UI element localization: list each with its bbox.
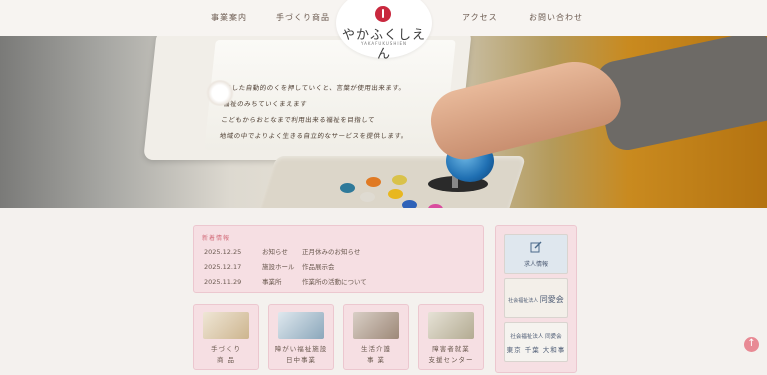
- org-small-label: 社会福祉法人: [508, 298, 539, 304]
- side-links: 求人情報 社会福祉法人 同愛会 社会福祉法人 同愛会 東京 千葉 大和事: [495, 225, 577, 373]
- console-button: [402, 200, 417, 208]
- news-item[interactable]: 2025.12.17 施設ホール 作品展示会: [204, 261, 335, 271]
- tile-image: [353, 312, 399, 339]
- tile-image: [428, 312, 474, 339]
- console-button: [428, 204, 443, 208]
- tile-label: 支援センター: [428, 356, 474, 364]
- news-panel: 新着情報 2025.12.25 お知らせ 正月休みのお知らせ 2025.12.17 施…: [193, 225, 484, 293]
- news-item[interactable]: 2025.11.29 事業所 作業所の活動について: [204, 276, 367, 286]
- tile-image: [203, 312, 249, 339]
- console-button: [392, 175, 407, 185]
- news-date: 2025.12.25: [204, 248, 242, 256]
- tile-label: 生活介護: [361, 345, 391, 353]
- council-line2: 東京 千葉 大和事: [506, 346, 566, 354]
- news-item[interactable]: 2025.12.25 お知らせ 正月休みのお知らせ: [204, 246, 360, 256]
- nav-handmade-products[interactable]: 手づくり商品: [276, 12, 330, 23]
- console-button: [366, 177, 381, 187]
- nav-business[interactable]: 事業案内: [211, 12, 247, 23]
- tile-employment-support[interactable]: 障害者就業 支援センター: [418, 304, 484, 370]
- news-header: 新着情報: [202, 235, 231, 242]
- recruit-label: 求人情報: [523, 261, 548, 268]
- news-title: 正月休みのお知らせ: [302, 248, 361, 256]
- flower-decoration: [205, 80, 235, 106]
- org-banner[interactable]: 社会福祉法人 同愛会: [504, 278, 568, 318]
- news-title: 作業所の活動について: [302, 278, 367, 286]
- edit-icon: [530, 241, 542, 253]
- logo-mark-icon: [375, 6, 391, 22]
- tile-label: 事 業: [366, 356, 386, 364]
- news-date: 2025.11.29: [204, 278, 242, 286]
- news-category: 施設ホール: [262, 263, 295, 271]
- nav-access[interactable]: アクセス: [462, 12, 498, 23]
- tile-life-care[interactable]: 生活介護 事 業: [343, 304, 409, 370]
- tile-handmade-products[interactable]: 手づくり 商 品: [193, 304, 259, 370]
- back-to-top-button[interactable]: ↑: [744, 337, 759, 352]
- logo-subtitle: YAKAFUKUSHIEN: [360, 41, 408, 46]
- screen-line: 地域の中でよりよく生きる自立的なサービスを提供します。: [219, 132, 409, 140]
- news-date: 2025.12.17: [204, 263, 242, 271]
- org-name: 同愛会: [539, 295, 564, 304]
- tile-label: 手づくり: [211, 345, 241, 353]
- recruit-button[interactable]: 求人情報: [504, 234, 568, 274]
- console-button: [360, 192, 375, 202]
- news-title: 作品展示会: [302, 263, 335, 271]
- console-button: [388, 189, 403, 199]
- screen-line: こどもからおとなまで利用出来る福祉を目指して: [220, 116, 376, 124]
- screen-line: あした自動的のくを押していくと、言葉が使用出来ます。: [224, 84, 407, 92]
- site-logo[interactable]: やかふくしえん YAKAFUKUSHIEN: [336, 0, 432, 62]
- tile-label: 日中事業: [286, 356, 316, 364]
- tile-label: 障がい福祉施設: [274, 345, 328, 353]
- tile-label: 商 品: [216, 356, 236, 364]
- tile-label: 障害者就業: [432, 345, 470, 353]
- console-button: [340, 183, 355, 193]
- screen-line: 福祉のみちていくまえます: [222, 100, 308, 108]
- news-category: 事業所: [262, 278, 282, 286]
- council-line1: 社会福祉法人 同愛会: [510, 334, 562, 340]
- tile-welfare-facility[interactable]: 障がい福祉施設 日中事業: [268, 304, 334, 370]
- nav-contact[interactable]: お問い合わせ: [529, 12, 583, 23]
- council-banner[interactable]: 社会福祉法人 同愛会 東京 千葉 大和事: [504, 322, 568, 362]
- tile-image: [278, 312, 324, 339]
- arrow-up-icon: ↑: [747, 338, 756, 349]
- news-category: お知らせ: [262, 248, 288, 256]
